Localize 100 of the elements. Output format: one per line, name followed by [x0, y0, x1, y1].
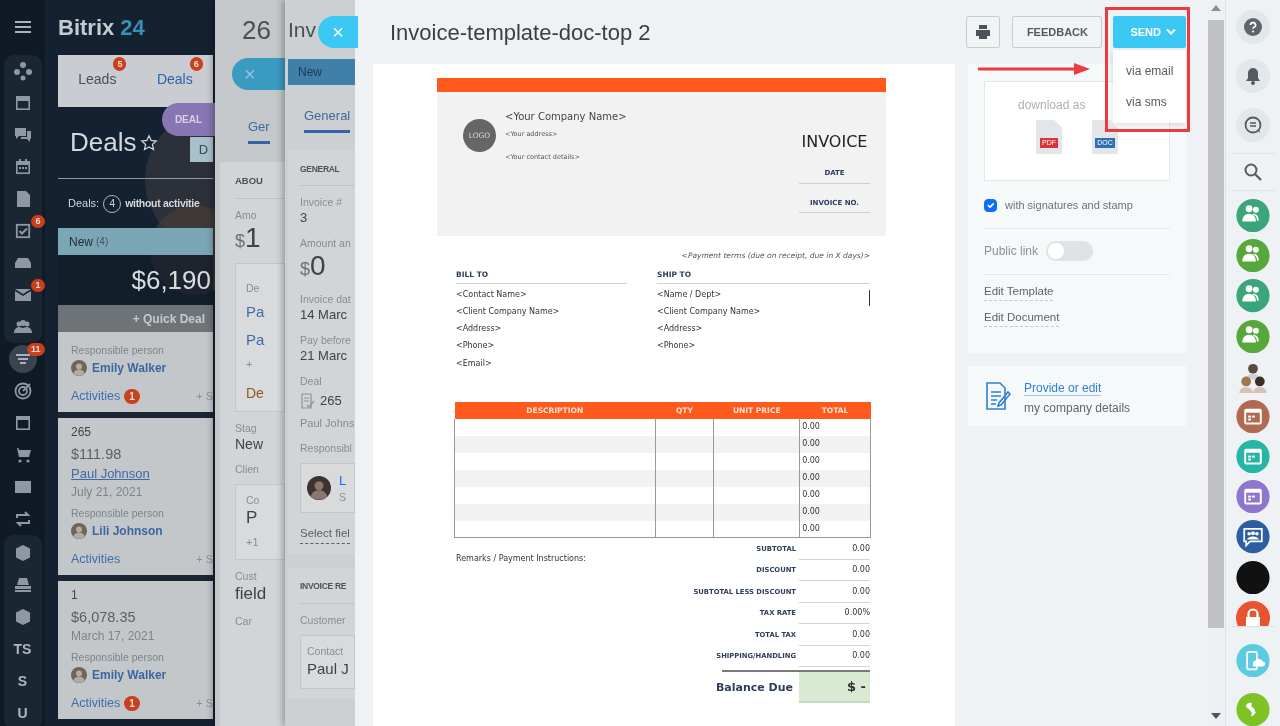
currency-sign: $ — [300, 259, 310, 282]
feedback-button[interactable]: FEEDBACK — [1012, 16, 1103, 48]
person-name[interactable]: Emily Walker — [92, 666, 167, 684]
deal-amount: $111.98 — [71, 445, 123, 464]
network-icon[interactable] — [12, 61, 33, 81]
group-chat-icon[interactable] — [1236, 520, 1270, 554]
person-name[interactable]: L — [339, 472, 347, 491]
activities-link[interactable]: Activities — [71, 693, 121, 713]
company-details-text: my company details — [1024, 400, 1131, 417]
field-value: 3 — [300, 209, 309, 228]
filter-link[interactable]: without activitie — [125, 195, 200, 212]
person-name[interactable]: Emily Walker — [92, 359, 167, 377]
calendar-icon[interactable] — [1236, 440, 1270, 474]
scroll-down-icon[interactable] — [1211, 713, 1221, 719]
field-label: Responsibl — [300, 441, 353, 456]
address-line: <Contact Name> — [456, 288, 527, 301]
select-fields-link[interactable]: Select fiel — [300, 525, 350, 544]
address-line: <Address> — [657, 323, 703, 336]
help-button[interactable] — [1236, 10, 1270, 44]
notifications-button[interactable] — [1236, 59, 1270, 93]
stage-button[interactable]: New — [288, 59, 355, 85]
deal-amount: $6,078.35 — [71, 608, 137, 627]
avatar-icon[interactable] — [1236, 560, 1270, 594]
table-cell: 0.00 — [799, 453, 871, 470]
field-label: Invoice # — [300, 195, 344, 210]
field-label: Invoice dat — [300, 292, 352, 307]
deal-tooltip[interactable]: DEAL — [162, 103, 215, 136]
field-label: Car — [235, 613, 253, 628]
summary-value: 0.00 — [799, 646, 870, 668]
checkbox[interactable] — [984, 198, 997, 212]
counter-badge: 1 — [124, 695, 140, 711]
calendar-icon[interactable] — [1236, 399, 1270, 434]
avatar-icon — [307, 476, 331, 501]
field-value: 14 Marc — [300, 306, 348, 325]
nav-shortcut[interactable]: U — [17, 702, 28, 724]
page-title: Deals — [70, 126, 137, 159]
field-value: field — [235, 582, 268, 605]
counter-badge: 1 — [124, 388, 140, 404]
panel-title: Inv — [288, 17, 316, 43]
group-avatar-icon[interactable] — [1236, 239, 1270, 273]
panel-tab[interactable]: General — [304, 106, 351, 133]
table-cell: 0.00 — [799, 487, 871, 504]
field-label: Deal — [300, 374, 323, 389]
lock-icon[interactable] — [1236, 600, 1270, 626]
field-link[interactable]: Pa — [246, 300, 284, 323]
star-icon[interactable] — [140, 133, 159, 152]
panel-tab[interactable]: Ger — [248, 117, 270, 144]
deal-date: March 17, 2021 — [71, 628, 156, 645]
amount-value: 0 — [310, 250, 326, 283]
target-icon[interactable] — [12, 381, 33, 401]
address-line: <Client Company Name> — [657, 305, 761, 318]
summary-value: 0.00 — [799, 624, 870, 646]
group-avatar-icon[interactable] — [1236, 199, 1270, 233]
field-label: Stag — [235, 420, 258, 435]
nav-shortcut[interactable]: TS — [13, 638, 32, 660]
deal-title[interactable]: 1 — [71, 587, 213, 603]
counter-badge: 5 — [113, 57, 127, 71]
toggle-switch[interactable] — [1046, 240, 1094, 261]
group-avatar-icon[interactable] — [1236, 319, 1270, 353]
company-details-link[interactable]: Provide or edit — [1024, 381, 1102, 396]
group-avatar-icon[interactable] — [1236, 279, 1270, 313]
balance-value: $ - — [799, 672, 870, 704]
company-name: <Your Company Name> — [505, 110, 627, 124]
remarks-label: Remarks / Payment Instructions: — [456, 553, 587, 566]
scrollbar-thumb[interactable] — [1208, 20, 1224, 628]
quick-deal-button[interactable]: + Quick Deal — [58, 305, 213, 332]
hidden-button[interactable]: D — [190, 137, 213, 162]
chevron-down-icon — [1166, 28, 1176, 36]
amount-value: 1 — [245, 221, 261, 254]
calendar-icon[interactable] — [1236, 480, 1270, 514]
checkbox-label: with signatures and stamp — [1005, 198, 1133, 213]
address-line: <Phone> — [456, 340, 495, 353]
person-name[interactable]: Lili Johnson — [92, 522, 163, 540]
contact-link[interactable]: Paul Johnson — [71, 464, 213, 483]
edit-link[interactable]: Edit Template — [984, 282, 1054, 301]
field-value: De — [246, 383, 265, 403]
field-label: Amount an — [300, 236, 352, 251]
table-cell: 0.00 — [799, 504, 871, 521]
field-value: Paul J — [307, 659, 350, 679]
address-line: <Address> — [456, 323, 502, 336]
messages-button[interactable] — [1236, 108, 1270, 142]
activities-link[interactable]: Activities — [71, 386, 121, 406]
menu-item[interactable]: via email — [1113, 62, 1186, 80]
deal-title[interactable]: 265 — [71, 424, 213, 440]
field-link[interactable]: Pa — [246, 328, 284, 351]
register-icon[interactable] — [12, 575, 33, 595]
nav-shortcut[interactable]: S — [17, 670, 28, 692]
search-icon[interactable] — [1244, 163, 1262, 181]
field-label: De — [246, 280, 261, 295]
field-value: New — [235, 434, 264, 453]
field-value: P — [246, 506, 259, 529]
address-line: <Phone> — [657, 340, 696, 353]
table-cell — [655, 470, 714, 487]
field-value: +1 — [246, 534, 260, 550]
activities-link[interactable]: Activities — [71, 549, 121, 569]
scroll-up-icon[interactable] — [1211, 5, 1221, 11]
person-role: S — [339, 490, 347, 505]
edit-link[interactable]: Edit Document — [984, 308, 1060, 327]
print-button[interactable] — [966, 16, 1001, 48]
menu-item[interactable]: via sms — [1113, 93, 1186, 111]
